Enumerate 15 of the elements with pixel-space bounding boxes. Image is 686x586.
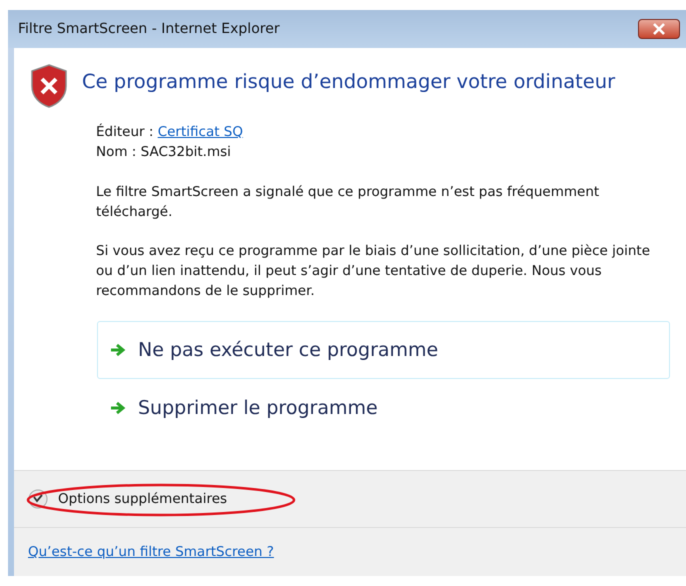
- warning-paragraph: Le filtre SmartScreen a signalé que ce programme n’est pas fréquemment téléchargé.: [96, 183, 600, 222]
- close-button[interactable]: [638, 19, 680, 39]
- command-link-button[interactable]: Ne pas exécuter ce programme: [97, 321, 670, 379]
- detail-label: Éditeur :: [96, 124, 154, 140]
- close-icon: [652, 23, 666, 35]
- window-title: Filtre SmartScreen - Internet Explorer: [18, 21, 280, 37]
- publisher-link[interactable]: Certificat SQ: [158, 124, 243, 140]
- warning-paragraph: Si vous avez reçu ce programme par le biais d’une sollicitation, d’une pièce jointe ou d’un lien inattendu, il peut s’agir d’une tentative de duperie. Nous vous recommandons de le supprimer.: [96, 242, 652, 301]
- dialog-heading: Ce programme risque d’endommager votre ordinateur: [82, 70, 616, 93]
- smartscreen-help-link[interactable]: Qu’est-ce qu’un filtre SmartScreen ?: [28, 544, 274, 560]
- arrow-icon: [110, 343, 126, 357]
- arrow-icon: [110, 401, 126, 415]
- detail-label: Nom :: [96, 144, 138, 160]
- shield-error-icon: [30, 64, 68, 108]
- detail-value: SAC32bit.msi: [140, 144, 231, 160]
